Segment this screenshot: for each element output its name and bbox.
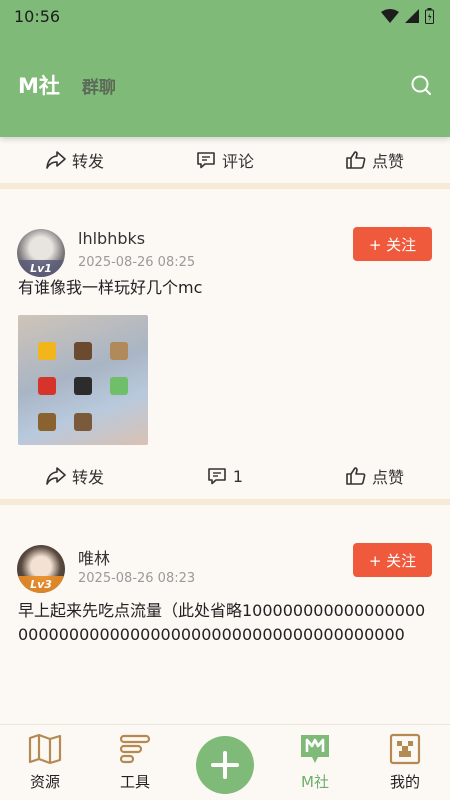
app-header: 10:56 M社 群聊 — [0, 0, 450, 137]
nav-mine-label: 我的 — [389, 773, 420, 791]
post-text: 有谁像我一样玩好几个mc — [18, 278, 203, 297]
tools-icon — [119, 734, 151, 764]
username[interactable]: lhlbhbks — [78, 229, 145, 248]
nav-resources[interactable]: 资源 — [0, 725, 90, 800]
level-badge: Lv3 — [17, 576, 65, 593]
level-badge: Lv1 — [17, 260, 65, 277]
app-grid-image — [38, 342, 128, 431]
plus-icon — [211, 750, 239, 779]
nav-msheh-label: M社 — [301, 773, 329, 791]
avatar[interactable]: Lv3 — [17, 545, 65, 593]
status-icons — [381, 8, 434, 24]
creeper-face-icon — [389, 733, 421, 765]
comment-count: 1 — [232, 466, 244, 486]
map-icon — [28, 733, 62, 765]
battery-icon — [425, 8, 434, 24]
post-actions: 转发 1 点赞 — [0, 453, 450, 499]
thumbs-up-icon — [346, 467, 366, 485]
post-feed[interactable]: 转发 评论 点赞 Lv1 lhlbhbks 2025-08-26 08:25 +… — [0, 137, 450, 724]
like-button[interactable]: 点赞 — [300, 464, 450, 488]
tab-group-chat[interactable]: 群聊 — [82, 73, 116, 98]
nav-msheh[interactable]: M社 — [270, 725, 360, 800]
status-bar: 10:56 — [0, 0, 450, 32]
nav-resources-label: 资源 — [29, 773, 60, 791]
share-icon — [46, 467, 66, 485]
like-label: 点赞 — [371, 468, 404, 487]
follow-button[interactable]: + 关注 — [353, 227, 432, 261]
status-time: 10:56 — [14, 6, 61, 26]
post-header: Lv1 lhlbhbks 2025-08-26 08:25 + 关注 — [0, 189, 450, 277]
nav-mine[interactable]: 我的 — [360, 725, 450, 800]
comment-icon — [208, 468, 226, 485]
avatar[interactable]: Lv1 — [17, 229, 65, 277]
share-button[interactable]: 转发 — [0, 148, 150, 172]
wifi-icon — [381, 9, 399, 23]
search-icon — [411, 75, 431, 95]
search-button[interactable] — [408, 72, 434, 98]
nav-tools[interactable]: 工具 — [90, 725, 180, 800]
signal-icon — [405, 9, 419, 23]
thumbs-up-icon — [346, 151, 366, 169]
post-text: 早上起来先吃点流量（此处省略10000000000000000000000000… — [18, 601, 426, 644]
share-label: 转发 — [71, 468, 104, 487]
msheh-logo-icon — [301, 735, 329, 763]
tab-msheh[interactable]: M社 — [18, 70, 60, 100]
like-button[interactable]: 点赞 — [300, 148, 450, 172]
post-actions: 转发 评论 点赞 — [0, 137, 450, 183]
comment-icon — [197, 152, 215, 169]
post-image[interactable] — [18, 315, 148, 445]
nav-tools-label: 工具 — [119, 773, 150, 791]
share-button[interactable]: 转发 — [0, 464, 150, 488]
post-time: 2025-08-26 08:25 — [78, 255, 196, 270]
bottom-nav: 资源 工具 M社 我的 — [0, 724, 450, 800]
username[interactable]: 唯林 — [78, 545, 110, 569]
share-icon — [46, 151, 66, 169]
title-bar: M社 群聊 — [18, 68, 434, 102]
post-card[interactable]: Lv3 唯林 2025-08-26 08:23 + 关注 早上起来先吃点流量（此… — [0, 505, 450, 647]
comment-button[interactable]: 1 — [150, 467, 300, 486]
post-card[interactable]: Lv1 lhlbhbks 2025-08-26 08:25 + 关注 有谁像我一… — [0, 189, 450, 499]
post-time: 2025-08-26 08:23 — [78, 571, 196, 586]
like-label: 点赞 — [371, 152, 404, 171]
post-header: Lv3 唯林 2025-08-26 08:23 + 关注 — [0, 505, 450, 593]
follow-button[interactable]: + 关注 — [353, 543, 432, 577]
comment-button[interactable]: 评论 — [150, 148, 300, 172]
fab-container — [180, 725, 270, 800]
share-label: 转发 — [71, 152, 104, 171]
comment-label: 评论 — [221, 152, 254, 171]
create-post-button[interactable] — [196, 735, 254, 794]
